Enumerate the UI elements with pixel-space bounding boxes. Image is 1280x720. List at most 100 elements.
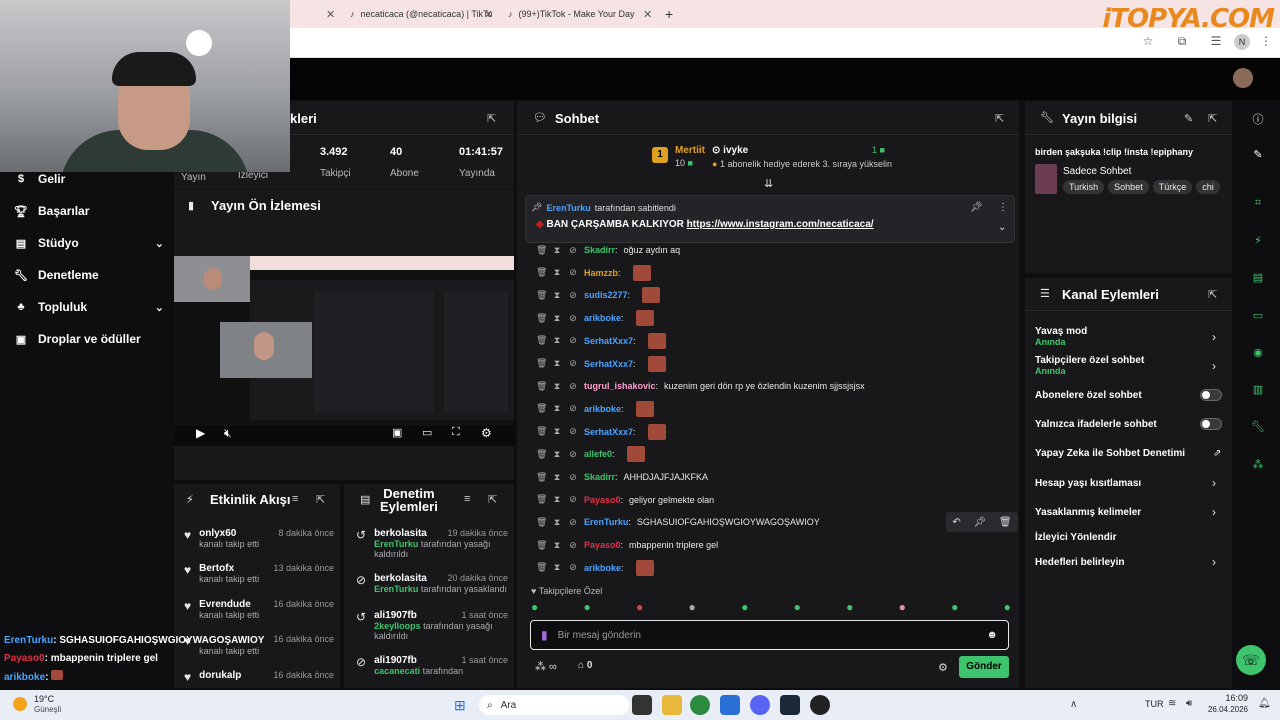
delete-icon[interactable]: 🗑︎	[536, 449, 547, 460]
ban-icon[interactable]: ⊘	[568, 562, 578, 573]
chat-input-box[interactable]: ▮ Bir mesaj gönderin ☻	[530, 620, 1009, 650]
emote-icon[interactable]: ●	[741, 600, 748, 616]
leaderboard-name-2[interactable]: ⊙ ivyke	[712, 145, 748, 156]
more-icon[interactable]: ⋮	[1258, 34, 1274, 50]
browser-tab-tiktok-profile[interactable]: ♪ necaticaca (@necaticaca) | TikTo	[350, 4, 500, 24]
leaderboard-name[interactable]: Mertiit	[675, 145, 705, 156]
timeout-icon[interactable]: ⧗	[552, 335, 562, 346]
crop-icon[interactable]: ⌗	[1250, 197, 1266, 213]
browser-tab-tiktok[interactable]: ♪ (99+)TikTok - Make Your Day	[508, 4, 648, 24]
chat-message[interactable]: 🗑︎ ⧗ ⊘ allefe0:	[536, 444, 1006, 464]
ban-icon[interactable]: ⊘	[568, 517, 578, 528]
delete-icon[interactable]: 🗑︎	[536, 290, 547, 301]
emote-icon[interactable]: ●	[951, 600, 958, 616]
filter-icon[interactable]: ≡	[292, 493, 298, 505]
weather-temp[interactable]: 19°C	[34, 694, 54, 704]
tag[interactable]: chi	[1196, 180, 1220, 194]
emote-icon[interactable]: ●	[1004, 600, 1011, 616]
sidebar-item-droplar[interactable]: ▣ Droplar ve ödüller	[14, 332, 141, 346]
edit-icon[interactable]: ✎	[1184, 112, 1193, 125]
chat-bubble-icon[interactable]: ▭	[1250, 309, 1266, 325]
delete-icon[interactable]: 🗑︎	[536, 562, 547, 573]
timeout-icon[interactable]: ⧗	[552, 245, 562, 256]
ban-icon[interactable]: ⊘	[568, 267, 578, 278]
timeout-icon[interactable]: ⧗	[552, 494, 562, 505]
chat-username[interactable]: Skadirr	[584, 472, 615, 482]
delete-icon[interactable]: 🗑︎	[999, 517, 1012, 528]
emote-icon[interactable]: ●	[846, 600, 853, 616]
windows-start-icon[interactable]: ⊞	[454, 697, 470, 713]
chat-username[interactable]: tugrul_ishakovic	[584, 381, 656, 391]
ban-icon[interactable]: ⊘	[568, 381, 578, 392]
theater-icon[interactable]: ▣	[392, 426, 402, 439]
broadcast-icon[interactable]: ◉	[1250, 346, 1266, 362]
tab-close-icon[interactable]: ✕	[326, 4, 335, 24]
tab-close-icon[interactable]: ✕	[643, 4, 652, 24]
ban-icon[interactable]: ⊘	[568, 449, 578, 460]
chat-message[interactable]: 🗑︎ ⧗ ⊘ Skadirr: AHHDJAJFJAJKFKA	[536, 467, 1006, 487]
chrome-icon[interactable]	[690, 695, 710, 715]
delete-icon[interactable]: 🗑︎	[536, 381, 547, 392]
mic-icon[interactable]: ▮	[541, 628, 548, 642]
ban-icon[interactable]: ⊘	[568, 290, 578, 301]
tag[interactable]: Sohbet	[1108, 180, 1149, 194]
app-icon[interactable]	[720, 695, 740, 715]
discord-icon[interactable]	[750, 695, 770, 715]
chat-message[interactable]: 🗑︎ ⧗ ⊘ sudis2277:	[536, 285, 1006, 305]
timeout-icon[interactable]: ⧗	[552, 290, 562, 301]
delete-icon[interactable]: 🗑︎	[536, 358, 547, 369]
expand-icon[interactable]: ⇱	[488, 493, 497, 506]
timeout-icon[interactable]: ⧗	[552, 426, 562, 437]
chat-username[interactable]: sudis2277	[584, 290, 628, 300]
tag[interactable]: Türkçe	[1152, 180, 1193, 194]
play-icon[interactable]: ▶	[196, 426, 205, 440]
extensions-icon[interactable]: ⧉	[1174, 34, 1190, 50]
ban-icon[interactable]: ⊘	[568, 313, 578, 324]
subscribers-only-toggle[interactable]	[1200, 389, 1222, 401]
document-icon[interactable]: ▤	[1250, 271, 1266, 287]
expand-icon[interactable]: ⇱	[316, 493, 325, 506]
avatar[interactable]	[1233, 68, 1253, 88]
task-view-icon[interactable]	[632, 695, 652, 715]
obs-icon[interactable]	[810, 695, 830, 715]
followers-only-row[interactable]: Takipçilere özel sohbet Anında	[1035, 355, 1205, 376]
chat-message[interactable]: 🗑︎ ⧗ ⊘ ErenTurku: SGHASUIOFGAHIOŞWGIOYWAGOŞA…	[536, 512, 1006, 532]
tab-close-icon[interactable]: ✕	[484, 4, 493, 24]
emote-icon[interactable]: ●	[689, 600, 696, 616]
chat-username[interactable]: arikboke	[584, 563, 621, 573]
filter-icon[interactable]: ≡	[464, 493, 470, 505]
delete-icon[interactable]: 🗑︎	[536, 426, 547, 437]
emote-icon[interactable]: ●	[584, 600, 591, 616]
collapse-icon[interactable]: ⇊	[764, 177, 773, 190]
emote-icon[interactable]: ●	[636, 600, 643, 616]
activity-icon[interactable]: ⁂ ∞	[535, 660, 557, 673]
chat-username[interactable]: arikboke	[584, 404, 621, 414]
chat-message[interactable]: 🗑︎ ⧗ ⊘ Skadirr: oğuz aydın aq	[536, 240, 1006, 260]
more-icon[interactable]: ⋮	[998, 202, 1008, 213]
timeout-icon[interactable]: ⧗	[552, 313, 562, 324]
reply-icon[interactable]: ↶	[952, 517, 960, 528]
chat-username[interactable]: Payaso0	[584, 540, 621, 550]
emote-icon[interactable]: ●	[794, 600, 801, 616]
ban-icon[interactable]: ⊘	[568, 426, 578, 437]
language-indicator[interactable]: TUR	[1145, 699, 1164, 709]
send-button[interactable]: Gönder	[959, 656, 1009, 678]
support-button[interactable]: ☏	[1236, 645, 1266, 675]
sidebar-item-gelir[interactable]: $ Gelir	[14, 172, 65, 186]
delete-icon[interactable]: 🗑︎	[536, 335, 547, 346]
steam-icon[interactable]	[780, 695, 800, 715]
pinned-link[interactable]: https://www.instagram.com/necaticaca/	[687, 219, 874, 230]
bolt-icon[interactable]: ⚡︎	[1250, 234, 1266, 250]
chat-username[interactable]: Hamzzb	[584, 268, 618, 278]
tray-chevron-icon[interactable]: ∧	[1070, 699, 1077, 710]
chat-username[interactable]: SerhatXxx7	[584, 336, 633, 346]
unpin-icon[interactable]: 📌︎	[970, 202, 983, 213]
emote-icon[interactable]: ●	[531, 600, 538, 616]
layout-icon[interactable]: ▥	[1250, 383, 1266, 399]
delete-icon[interactable]: 🗑︎	[536, 313, 547, 324]
delete-icon[interactable]: 🗑︎	[536, 494, 547, 505]
chat-message[interactable]: 🗑︎ ⧗ ⊘ arikboke:	[536, 399, 1006, 419]
slow-mode-row[interactable]: Yavaş mod Anında	[1035, 326, 1225, 347]
sidebar-item-basarilar[interactable]: 🏆︎ Başarılar	[14, 204, 89, 218]
volume-icon[interactable]: 🔊︎	[1186, 698, 1192, 709]
